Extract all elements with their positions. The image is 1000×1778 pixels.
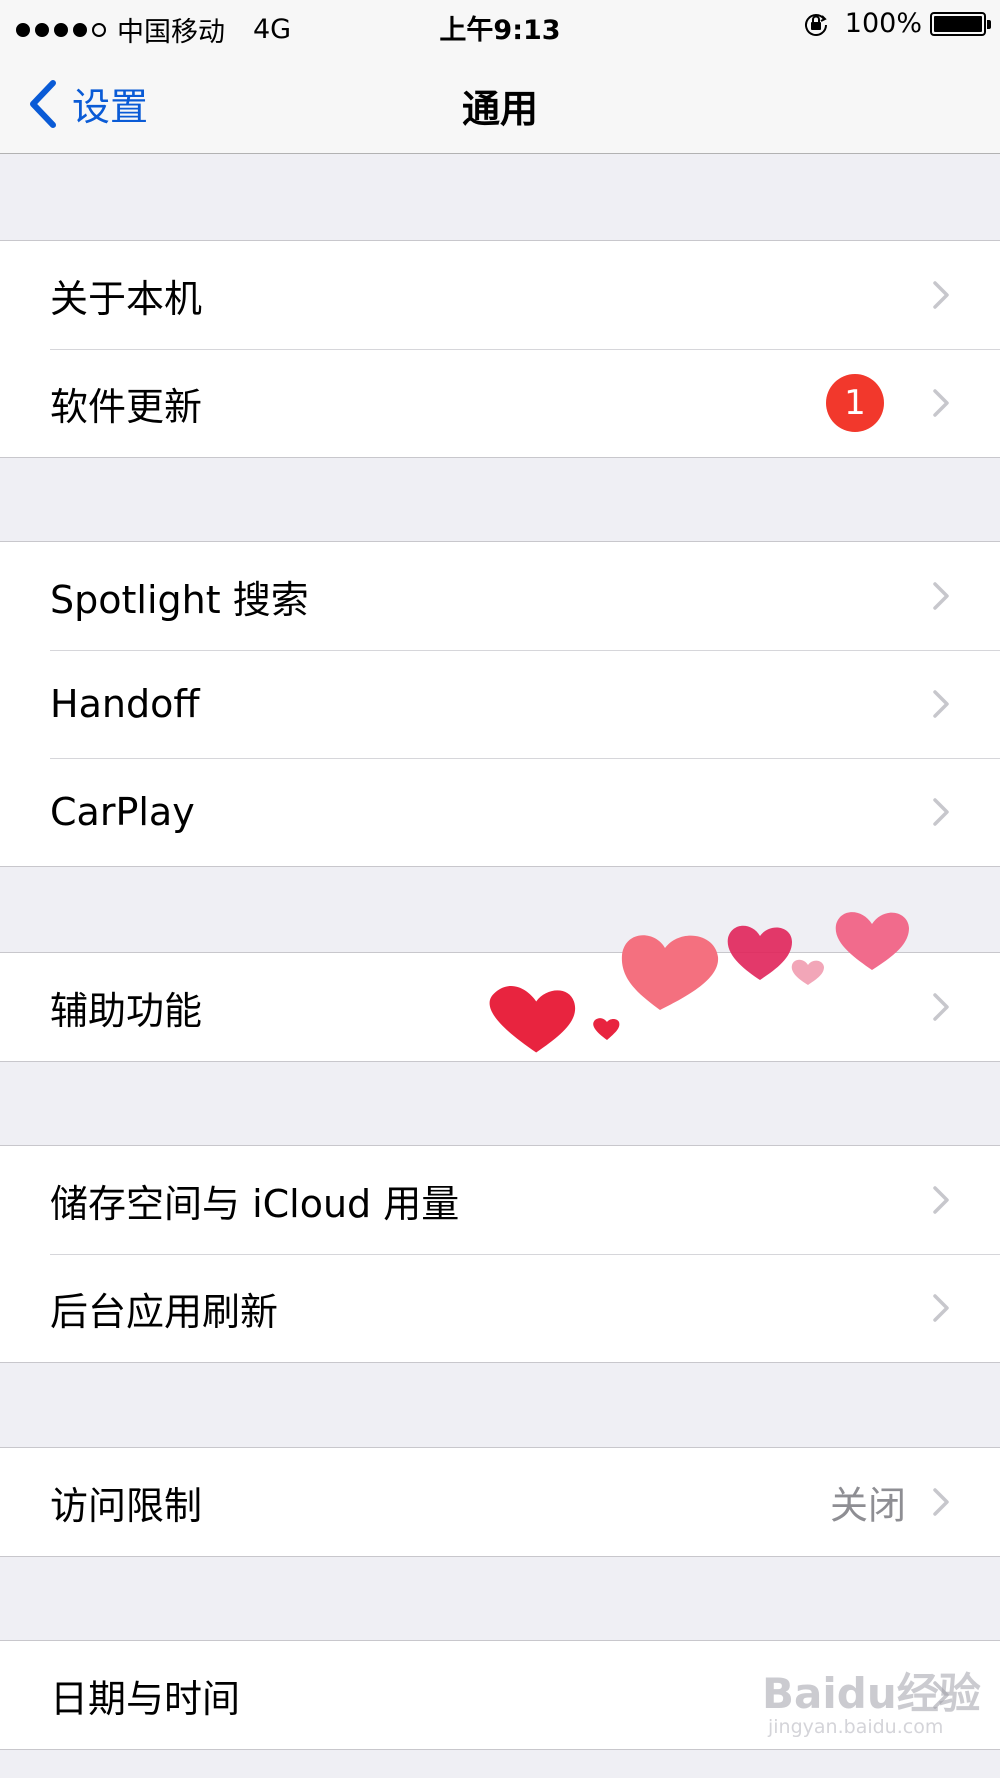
row-label: 关于本机: [50, 276, 203, 321]
status-bar: 中国移动 4G 上午9:13 100%: [0, 0, 1000, 48]
settings-row[interactable]: CarPlay: [0, 758, 1000, 866]
chevron-right-icon: [933, 281, 949, 309]
settings-row[interactable]: Handoff: [0, 650, 1000, 758]
row-label: 后台应用刷新: [50, 1289, 279, 1334]
battery-icon: [930, 11, 991, 36]
settings-group: 辅助功能: [0, 952, 1000, 1062]
settings-group: Spotlight 搜索 Handoff CarPlay: [0, 541, 1000, 867]
chevron-right-icon: [933, 389, 949, 417]
row-label: 日期与时间: [50, 1676, 241, 1721]
settings-row[interactable]: Spotlight 搜索: [0, 542, 1000, 650]
watermark: Baidu经验: [762, 1669, 981, 1718]
row-label: CarPlay: [50, 790, 195, 834]
chevron-right-icon: [933, 1488, 949, 1516]
settings-group: 关于本机软件更新 1: [0, 240, 1000, 458]
settings-row[interactable]: 储存空间与 iCloud 用量: [0, 1146, 1000, 1254]
row-label: 访问限制: [50, 1483, 203, 1528]
settings-row[interactable]: 辅助功能: [0, 953, 1000, 1061]
row-label: Spotlight 搜索: [50, 577, 309, 622]
chevron-right-icon: [933, 582, 949, 610]
chevron-right-icon: [933, 1186, 949, 1214]
settings-row[interactable]: 后台应用刷新: [0, 1254, 1000, 1362]
orientation-lock-icon: [804, 13, 827, 36]
settings-group: 储存空间与 iCloud 用量 后台应用刷新: [0, 1145, 1000, 1363]
row-label: 软件更新: [50, 384, 203, 429]
battery-percent: 100%: [844, 8, 922, 39]
chevron-right-icon: [933, 1294, 949, 1322]
settings-group: 访问限制 关闭: [0, 1447, 1000, 1557]
row-detail: 关闭: [829, 1483, 906, 1528]
row-label: Handoff: [50, 682, 200, 726]
watermark-url: jingyan.baidu.com: [768, 1716, 944, 1738]
chevron-right-icon: [933, 690, 949, 718]
row-label: 储存空间与 iCloud 用量: [50, 1181, 460, 1226]
navigation-bar: 设置 通用: [0, 48, 1000, 154]
chevron-right-icon: [933, 993, 949, 1021]
chevron-right-icon: [933, 798, 949, 826]
page-title: 通用: [461, 87, 538, 131]
settings-row[interactable]: 访问限制 关闭: [0, 1448, 1000, 1556]
settings-row[interactable]: 软件更新 1: [0, 349, 1000, 457]
settings-row[interactable]: 关于本机: [0, 241, 1000, 349]
update-badge: 1: [826, 374, 884, 432]
row-label: 辅助功能: [50, 988, 203, 1033]
